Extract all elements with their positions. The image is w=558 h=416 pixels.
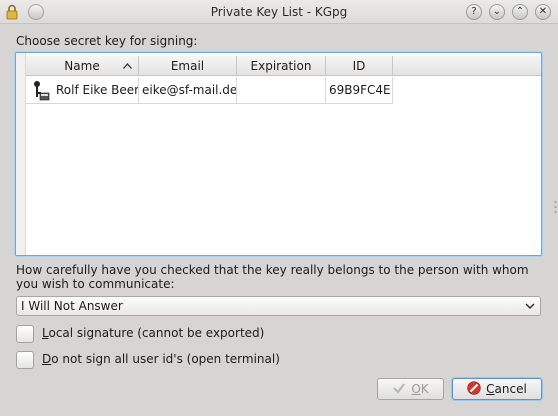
key-list-table[interactable]: Name Email Expiration ID Rolf Eike Beer … — [15, 52, 542, 256]
local-signature-checkbox[interactable] — [16, 325, 34, 343]
column-header-email[interactable]: Email — [139, 56, 237, 76]
resize-grip-icon[interactable] — [554, 200, 557, 214]
table-header: Name Email Expiration ID — [26, 56, 541, 76]
trust-level-select[interactable]: I Will Not Answer — [16, 296, 541, 316]
cell-email: eike@sf-mail.de — [139, 77, 237, 104]
cancel-icon — [467, 381, 481, 395]
no-sign-all-checkbox[interactable] — [16, 351, 34, 369]
trust-question-label: How carefully have you checked that the … — [16, 263, 529, 291]
cell-expiration — [237, 77, 326, 104]
local-signature-label: Local signature (cannot be exported) — [42, 326, 265, 340]
column-header-label: Name — [64, 59, 100, 73]
choose-key-label: Choose secret key for signing: — [16, 34, 198, 48]
column-header-id[interactable]: ID — [326, 56, 393, 76]
chevron-down-icon — [525, 303, 535, 310]
help-button[interactable]: ? — [466, 4, 482, 20]
column-header-name[interactable]: Name — [26, 56, 139, 76]
table-gutter — [16, 53, 26, 255]
cell-name: Rolf Eike Beer — [26, 77, 139, 104]
cell-id: 69B9FC4E — [326, 77, 393, 104]
ok-button[interactable]: OK — [377, 378, 444, 400]
cancel-button[interactable]: Cancel — [452, 378, 542, 400]
checkmark-icon — [393, 383, 406, 394]
maximize-button[interactable]: ⌃ — [512, 4, 528, 20]
sort-ascending-icon — [123, 63, 132, 69]
table-row[interactable]: Rolf Eike Beer eike@sf-mail.de 69B9FC4E — [26, 77, 406, 105]
key-owner-name: Rolf Eike Beer — [56, 83, 139, 97]
trust-level-value: I Will Not Answer — [21, 299, 123, 313]
minimize-button[interactable]: ⌄ — [489, 4, 505, 20]
no-sign-all-label: Do not sign all user id's (open terminal… — [42, 352, 280, 366]
close-button[interactable]: ✕ — [535, 4, 551, 20]
key-pair-icon — [34, 81, 50, 101]
title-bar[interactable]: Private Key List - KGpg ? ⌄ ⌃ ✕ — [0, 0, 558, 24]
column-header-expiration[interactable]: Expiration — [237, 56, 326, 76]
